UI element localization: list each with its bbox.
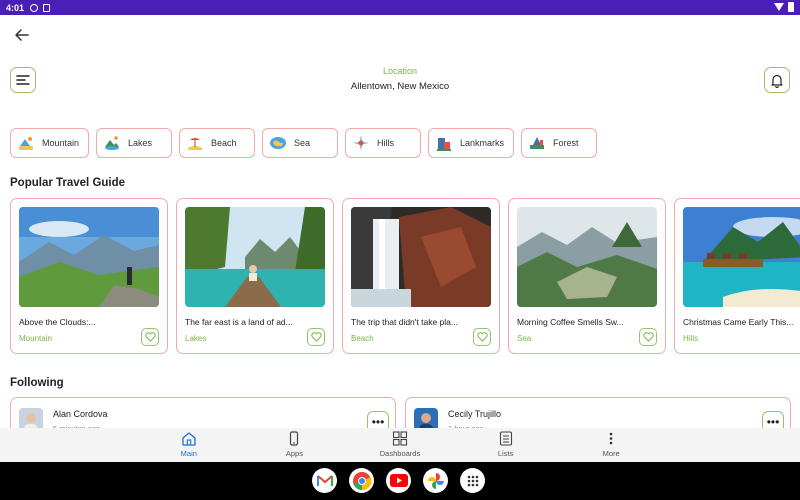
menu-button[interactable]: [10, 67, 36, 93]
following-section-title: Following: [10, 377, 64, 389]
back-button[interactable]: [12, 26, 32, 44]
category-chip-sea[interactable]: Sea: [262, 128, 338, 158]
travel-card-title: The trip that didn't take pla...: [351, 317, 458, 327]
favorite-button[interactable]: [473, 328, 491, 346]
nav-label: More: [602, 449, 620, 458]
sea-icon: [269, 134, 287, 152]
nav-label: Lists: [497, 449, 514, 458]
travel-card-image: [683, 207, 800, 307]
photos-icon[interactable]: [423, 468, 448, 493]
nav-lists[interactable]: Lists: [453, 428, 559, 462]
more-horizontal-icon: •••: [766, 415, 780, 429]
travel-card-image: [185, 207, 325, 307]
category-label: Mountain: [42, 138, 80, 148]
travel-card-title: Above the Clouds:...: [19, 317, 96, 327]
nav-label: Main: [180, 449, 197, 458]
location-label: Location: [382, 66, 418, 76]
travel-card-category: Lakes: [185, 334, 207, 343]
gmail-icon[interactable]: [312, 468, 337, 493]
hamburger-icon: [16, 75, 30, 85]
nav-main[interactable]: Main: [136, 428, 242, 462]
category-chip-lakes[interactable]: Lakes: [96, 128, 172, 158]
heart-icon: [476, 332, 488, 342]
travel-card[interactable]: Above the Clouds:... Mountain: [10, 198, 168, 354]
travel-card-title: Morning Coffee Smells Sw...: [517, 317, 624, 327]
travel-card-category: Beach: [351, 334, 374, 343]
hills-icon: [352, 134, 370, 152]
heart-icon: [642, 332, 654, 342]
travel-card-image: [19, 207, 159, 307]
category-label: Hills: [377, 138, 394, 148]
travel-card[interactable]: Christmas Came Early This... Hills: [674, 198, 800, 354]
arrow-left-icon: [15, 29, 29, 41]
category-chip-landmarks[interactable]: Lankmarks: [428, 128, 514, 158]
notifications-button[interactable]: [764, 67, 790, 93]
lake-icon: [103, 134, 121, 152]
nav-label: Apps: [285, 449, 303, 458]
status-time: 4:01: [6, 2, 25, 13]
travel-card-category: Hills: [683, 334, 699, 343]
location-value[interactable]: Allentown, New Mexico: [300, 81, 500, 92]
landmark-icon: [435, 134, 453, 152]
category-label: Forest: [553, 138, 579, 148]
travel-card-image: [517, 207, 657, 307]
travel-card-category: Sea: [517, 334, 532, 343]
list-icon: [499, 431, 512, 446]
travel-card-title: The far east is a land of ad...: [185, 317, 293, 327]
mountain-icon: [17, 134, 35, 152]
more-horizontal-icon: •••: [371, 415, 385, 429]
favorite-button[interactable]: [141, 328, 159, 346]
favorite-button[interactable]: [307, 328, 325, 346]
nav-dashboards[interactable]: Dashboards: [347, 428, 453, 462]
travel-card[interactable]: The far east is a land of ad... Lakes: [176, 198, 334, 354]
battery-icon: [788, 2, 794, 12]
category-label: Lakes: [128, 138, 153, 148]
category-list: Mountain Lakes Beach Sea Hills Lankmarks: [10, 128, 597, 158]
notification-status-icon: [43, 3, 51, 12]
nav-label: Dashboards: [379, 449, 421, 458]
heart-icon: [144, 332, 156, 342]
category-chip-hills[interactable]: Hills: [345, 128, 421, 158]
youtube-icon[interactable]: [386, 468, 411, 493]
popular-section-title: Popular Travel Guide: [10, 177, 126, 189]
status-bar: 4:01: [0, 0, 800, 15]
category-chip-beach[interactable]: Beach: [179, 128, 255, 158]
app-drawer-icon[interactable]: [460, 468, 485, 493]
category-label: Beach: [211, 138, 237, 148]
bottom-navigation: Main Apps Dashboards Lists More: [0, 428, 800, 462]
travel-card[interactable]: Morning Coffee Smells Sw... Sea: [508, 198, 666, 354]
nav-apps[interactable]: Apps: [242, 428, 348, 462]
category-label: Lankmarks: [460, 138, 505, 148]
nav-more[interactable]: More: [558, 428, 664, 462]
grid-icon: [392, 431, 408, 446]
category-label: Sea: [294, 138, 311, 148]
settings-status-icon: [30, 3, 39, 12]
travel-card-title: Christmas Came Early This...: [683, 317, 794, 327]
category-chip-forest[interactable]: Forest: [521, 128, 597, 158]
following-name: Cecily Trujillo: [448, 409, 502, 419]
heart-icon: [310, 332, 322, 342]
travel-guide-list: Above the Clouds:... Mountain The far ea…: [10, 198, 800, 354]
chrome-icon[interactable]: [349, 468, 374, 493]
bell-icon: [771, 74, 783, 88]
following-name: Alan Cordova: [53, 409, 108, 419]
home-icon: [182, 432, 196, 446]
forest-icon: [528, 134, 546, 152]
more-vertical-icon: [609, 432, 613, 445]
travel-card-category: Mountain: [19, 334, 52, 343]
favorite-button[interactable]: [639, 328, 657, 346]
wifi-icon: [774, 3, 784, 11]
beach-icon: [186, 134, 204, 152]
phone-icon: [290, 431, 299, 446]
travel-card[interactable]: The trip that didn't take pla... Beach: [342, 198, 500, 354]
category-chip-mountain[interactable]: Mountain: [10, 128, 89, 158]
app-dock: [312, 468, 485, 493]
travel-card-image: [351, 207, 491, 307]
